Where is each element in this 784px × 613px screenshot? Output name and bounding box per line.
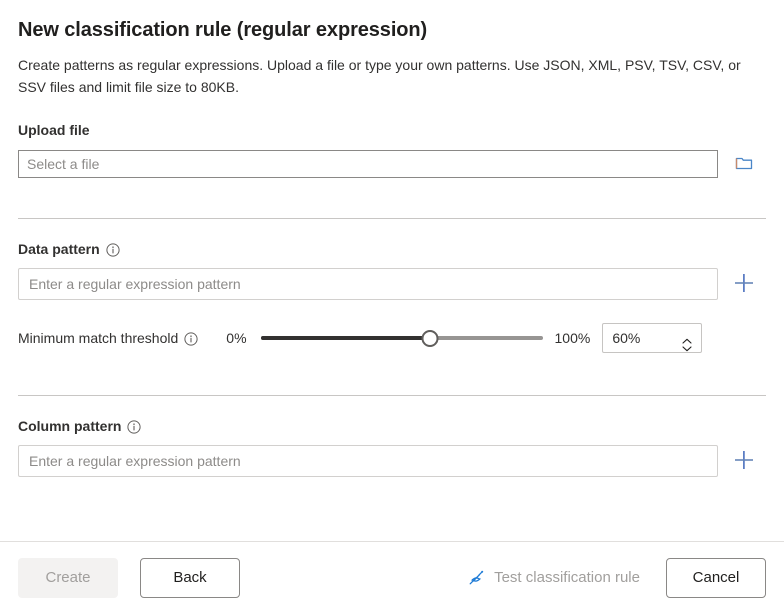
dialog-footer: Create Back Test classification rule C [0, 541, 784, 613]
upload-file-label-text: Upload file [18, 120, 90, 140]
plus-icon [732, 448, 756, 475]
test-tube-icon [467, 569, 485, 587]
data-pattern-label-text: Data pattern [18, 239, 100, 259]
back-button[interactable]: Back [140, 558, 240, 598]
cancel-button[interactable]: Cancel [666, 558, 766, 598]
upload-file-section: Upload file [18, 98, 766, 180]
add-column-pattern-button[interactable] [727, 444, 761, 478]
column-pattern-info-icon[interactable] [127, 420, 141, 434]
upload-file-label: Upload file [18, 120, 766, 140]
plus-icon [732, 271, 756, 298]
column-pattern-section: Column pattern [18, 396, 766, 478]
threshold-max-label: 100% [555, 330, 591, 346]
data-pattern-label: Data pattern [18, 239, 766, 259]
dialog-description: Create patterns as regular expressions. … [18, 44, 748, 98]
column-pattern-row [18, 444, 766, 478]
threshold-spinner[interactable]: 60% [602, 323, 702, 353]
add-data-pattern-button[interactable] [727, 267, 761, 301]
data-pattern-section: Data pattern [18, 219, 766, 353]
column-pattern-input[interactable] [18, 445, 718, 477]
upload-file-row [18, 148, 766, 180]
threshold-slider[interactable] [261, 328, 543, 348]
threshold-value: 60% [612, 330, 640, 346]
threshold-label-text: Minimum match threshold [18, 330, 178, 346]
folder-icon [734, 153, 754, 176]
page-title: New classification rule (regular express… [18, 0, 766, 44]
data-pattern-row [18, 267, 766, 301]
browse-folder-button[interactable] [728, 148, 760, 180]
threshold-info-icon[interactable] [184, 332, 198, 346]
create-button[interactable]: Create [18, 558, 118, 598]
test-classification-rule-button[interactable]: Test classification rule [467, 569, 640, 587]
chevron-down-icon[interactable] [682, 339, 692, 345]
column-pattern-label: Column pattern [18, 416, 766, 436]
slider-thumb[interactable] [421, 330, 438, 347]
threshold-label: Minimum match threshold [18, 330, 198, 346]
data-pattern-info-icon[interactable] [106, 243, 120, 257]
slider-filled-track [261, 336, 430, 340]
dialog-content: New classification rule (regular express… [0, 0, 784, 541]
threshold-spinner-arrows[interactable] [679, 331, 695, 345]
minimum-match-threshold-row: Minimum match threshold 0% 1 [18, 323, 766, 353]
data-pattern-input[interactable] [18, 268, 718, 300]
file-select-input[interactable] [18, 150, 718, 178]
test-classification-rule-label: Test classification rule [494, 569, 640, 586]
column-pattern-label-text: Column pattern [18, 416, 121, 436]
chevron-up-icon[interactable] [682, 331, 692, 337]
threshold-min-label: 0% [226, 330, 246, 346]
new-classification-rule-dialog: New classification rule (regular express… [0, 0, 784, 613]
